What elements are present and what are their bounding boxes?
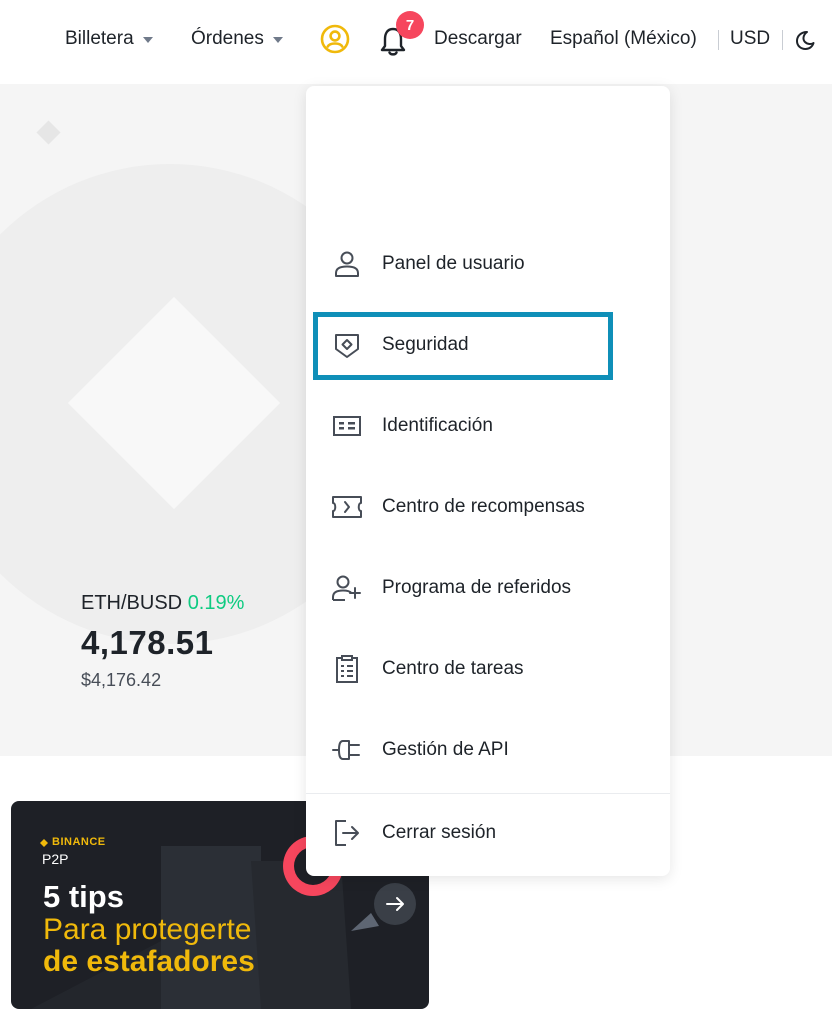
currency-selector[interactable]: USD (730, 28, 770, 50)
shield-icon (331, 329, 363, 361)
menu-item-api-management[interactable]: Gestión de API (306, 710, 670, 790)
menu-item-task-center[interactable]: Centro de tareas (306, 629, 670, 709)
menu-item-rewards-center[interactable]: Centro de recompensas (306, 467, 670, 547)
download-link[interactable]: Descargar (434, 28, 522, 50)
language-selector[interactable]: Español (México) (550, 28, 697, 50)
user-dropdown-menu: Panel de usuario Seguridad Identificació… (306, 86, 670, 876)
user-avatar-icon[interactable] (320, 24, 350, 59)
top-nav-bar: Billetera Órdenes 7 Descargar Español (M… (0, 0, 832, 84)
ticket-icon (331, 491, 363, 523)
ticker-price: 4,178.51 (81, 624, 214, 661)
ticker-usd-price: $4,176.42 (81, 670, 162, 690)
menu-item-user-dashboard[interactable]: Panel de usuario (306, 224, 670, 304)
divider (718, 30, 719, 50)
menu-item-label: Cerrar sesión (382, 822, 497, 843)
menu-item-security[interactable]: Seguridad (306, 305, 670, 385)
orders-menu[interactable]: Órdenes (191, 28, 283, 50)
menu-item-label: Gestión de API (382, 739, 509, 760)
ticker-change: 0.19% (187, 592, 245, 614)
menu-item-label: Centro de tareas (382, 658, 524, 679)
banner-brand: BINANCE (52, 836, 106, 848)
menu-item-label: Programa de referidos (382, 577, 572, 598)
menu-item-label: Identificación (382, 415, 493, 436)
ticker-pair[interactable]: ETH/BUSD 0.19% (81, 592, 244, 615)
banner-subline-bold: de estafadores (43, 945, 255, 978)
orders-menu-label: Órdenes (191, 28, 264, 49)
menu-item-label: Panel de usuario (382, 253, 525, 274)
clipboard-icon (331, 653, 363, 685)
moon-icon[interactable] (794, 29, 816, 56)
notification-badge: 7 (396, 11, 424, 39)
ticker-pair-label: ETH/BUSD (81, 592, 183, 614)
menu-item-label: Centro de recompensas (382, 496, 585, 517)
id-card-icon (331, 410, 363, 442)
menu-item-label: Seguridad (382, 334, 469, 355)
logout-icon (331, 817, 363, 849)
caret-down-icon (142, 36, 153, 43)
banner-subline: Para protegerte (43, 913, 252, 946)
user-plus-icon (331, 572, 363, 604)
wallet-menu-label: Billetera (65, 28, 134, 49)
wallet-menu[interactable]: Billetera (65, 28, 153, 50)
menu-item-referral-program[interactable]: Programa de referidos (306, 548, 670, 628)
divider (782, 30, 783, 50)
banner-headline: 5 tips (43, 879, 124, 914)
menu-item-logout[interactable]: Cerrar sesión (306, 793, 670, 873)
banner-product: P2P (42, 851, 69, 867)
caret-down-icon (272, 36, 283, 43)
plug-icon (331, 734, 363, 766)
user-icon (331, 248, 363, 280)
menu-item-identification[interactable]: Identificación (306, 386, 670, 466)
